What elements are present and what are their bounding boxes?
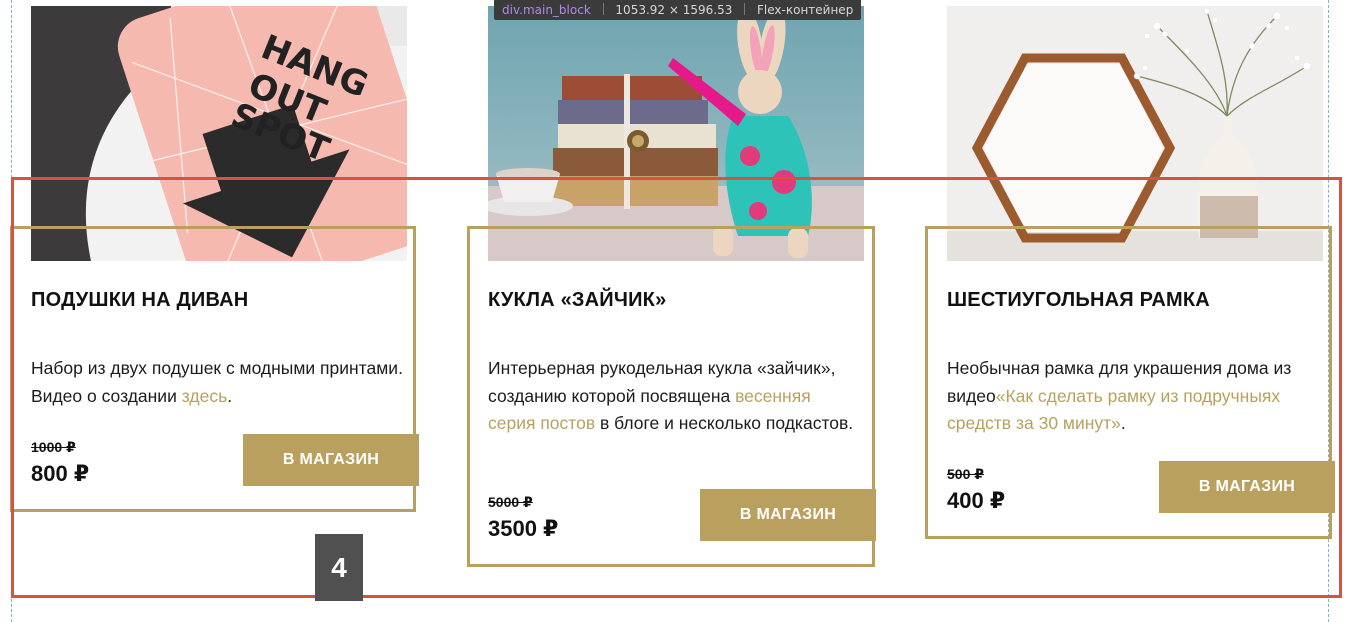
product-title: ШЕСТИУГОЛЬНАЯ РАМКА: [947, 289, 1210, 311]
product-title: КУКЛА «ЗАЙЧИК»: [488, 289, 667, 311]
product-description-link[interactable]: здесь: [182, 386, 227, 406]
shop-button[interactable]: В МАГАЗИН: [243, 434, 419, 486]
shop-button[interactable]: В МАГАЗИН: [700, 489, 876, 541]
product-description: Необычная рамка для украшения дома из ви…: [947, 355, 1319, 438]
price-new: 400 ₽: [947, 488, 1006, 513]
product-card-hexagon-frame: ШЕСТИУГОЛЬНАЯ РАМКА Необычная рамка для …: [947, 0, 1335, 622]
tooltip-selector-class: .main_block: [519, 3, 591, 17]
tooltip-size: 1053.92 × 1596.53: [615, 3, 733, 17]
price-old: 5000 ₽: [488, 494, 533, 510]
guide-line-right: [1328, 0, 1329, 622]
product-title: ПОДУШКИ НА ДИВАН: [31, 289, 249, 311]
product-description-end: .: [1120, 413, 1126, 433]
tooltip-selector-tag: div: [502, 3, 520, 17]
tooltip-separator: [602, 3, 604, 15]
product-photo-pillows[interactable]: HANG OUT SPOT: [31, 6, 407, 261]
product-description: Интерьерная рукодельная кукла «зайчик», …: [488, 355, 860, 438]
price-new: 800 ₽: [31, 461, 90, 486]
price-old: 1000 ₽: [31, 439, 76, 455]
product-photo-hexagon-frame[interactable]: [947, 6, 1323, 261]
devtools-element-tooltip: div.main_block 1053.92 × 1596.53 Flex-ко…: [494, 0, 862, 20]
product-card-bunny-doll: КУКЛА «ЗАЙЧИК» Интерьерная рукодельная к…: [488, 0, 876, 622]
product-photo-bunny-doll[interactable]: [488, 6, 864, 261]
product-card-pillows: HANG OUT SPOT ПОДУШКИ НА ДИВАН Набор из …: [31, 0, 419, 622]
product-description: Набор из двух подушек с модными принтами…: [31, 355, 403, 410]
price-old: 500 ₽: [947, 466, 984, 482]
shop-button[interactable]: В МАГАЗИН: [1159, 461, 1335, 513]
product-description-end: в блоге и несколько подкастов.: [595, 413, 854, 433]
product-description-end: .: [227, 385, 233, 406]
guide-line-left: [11, 0, 12, 622]
step-number-badge: 4: [315, 534, 363, 601]
tooltip-layout-type: Flex-контейнер: [757, 3, 854, 17]
price-new: 3500 ₽: [488, 516, 559, 541]
tooltip-separator: [744, 3, 746, 15]
product-description-link[interactable]: «Как сделать рамку из подручныях средств…: [947, 386, 1280, 434]
